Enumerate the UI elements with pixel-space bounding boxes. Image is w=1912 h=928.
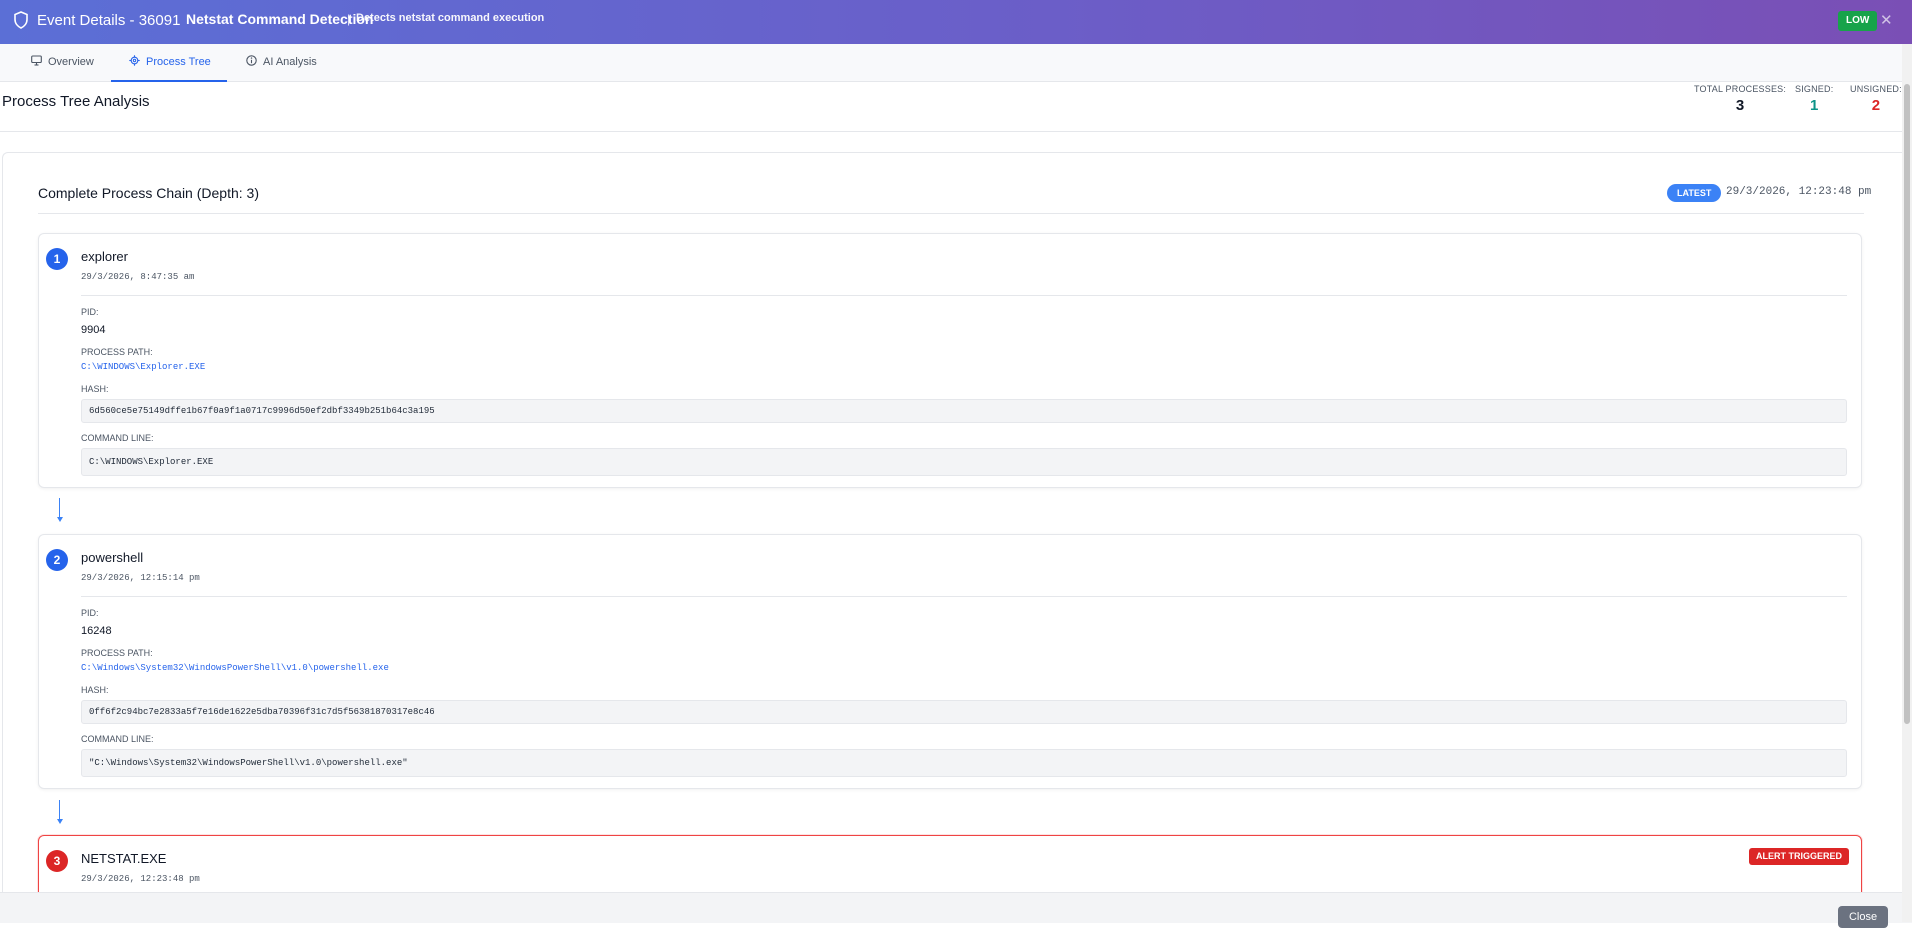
stat-value: 1 — [1810, 97, 1819, 114]
process-path-label: PROCESS PATH: — [81, 648, 153, 658]
process-timestamp: 29/3/2026, 8:47:35 am — [81, 272, 195, 282]
chain-arrow-icon — [57, 800, 63, 825]
gear-icon — [129, 55, 140, 66]
stat-label: SIGNED: — [1795, 84, 1834, 94]
shield-icon — [14, 11, 28, 29]
process-path-link[interactable]: C:\Windows\System32\WindowsPowerShell\v1… — [81, 663, 389, 673]
command-line-label: COMMAND LINE: — [81, 433, 154, 443]
latest-badge: LATEST — [1667, 184, 1722, 202]
pid-value: 9904 — [81, 324, 106, 336]
latest-timestamp: 29/3/2026, 12:23:48 pm — [1726, 186, 1872, 198]
rule-description: Detects netstat command execution — [356, 12, 545, 24]
divider — [81, 596, 1847, 597]
command-line-value: "C:\Windows\System32\WindowsPowerShell\v… — [81, 749, 1847, 777]
chain-title: Complete Process Chain (Depth: 3) — [38, 185, 259, 201]
divider — [38, 213, 1864, 214]
divider — [81, 295, 1847, 296]
process-name: explorer — [81, 249, 128, 264]
divider — [0, 131, 1912, 132]
modal-header: Event Details - 36091 Netstat Command De… — [0, 0, 1912, 44]
stat-total-processes: TOTAL PROCESSES: 3 — [1694, 84, 1786, 114]
hash-value: 6d560ce5e75149dffe1b67f0a9f1a0717c9996d5… — [81, 399, 1847, 423]
process-name: NETSTAT.EXE — [81, 851, 167, 866]
close-button[interactable]: Close — [1838, 906, 1888, 928]
hash-label: HASH: — [81, 384, 109, 394]
pid-value: 16248 — [81, 625, 112, 637]
process-name: powershell — [81, 550, 144, 565]
severity-badge: LOW — [1838, 11, 1878, 31]
header-separator: | — [347, 12, 351, 26]
stat-label: UNSIGNED: — [1850, 84, 1902, 94]
close-icon[interactable]: ✕ — [1880, 11, 1893, 29]
stat-label: TOTAL PROCESSES: — [1694, 84, 1787, 94]
process-tree-title: Process Tree Analysis — [2, 93, 150, 110]
pid-label: PID: — [81, 307, 99, 317]
process-index: 3 — [46, 850, 68, 872]
chain-arrow-icon — [57, 498, 63, 523]
tab-process-tree-label: Process Tree — [146, 56, 211, 68]
process-index: 2 — [46, 549, 68, 571]
tab-overview[interactable]: Overview — [31, 44, 94, 82]
stat-value: 3 — [1735, 97, 1745, 114]
hash-value: 0ff6f2c94bc7e2833a5f7e16de1622e5dba70396… — [81, 700, 1847, 724]
monitor-icon — [31, 55, 42, 66]
hash-label: HASH: — [81, 685, 109, 695]
modal-footer — [0, 892, 1912, 923]
tab-process-tree[interactable]: Process Tree — [111, 44, 227, 82]
process-card: 1 explorer 29/3/2026, 8:47:35 am PID: 99… — [38, 233, 1862, 488]
process-card: 2 powershell 29/3/2026, 12:15:14 pm PID:… — [38, 534, 1862, 789]
event-title: Event Details - 36091 — [37, 12, 181, 29]
process-timestamp: 29/3/2026, 12:23:48 pm — [81, 874, 200, 884]
pid-label: PID: — [81, 608, 99, 618]
process-index: 1 — [46, 248, 68, 270]
stat-value: 2 — [1871, 97, 1881, 114]
stat-signed: SIGNED: 1 — [1795, 84, 1833, 114]
tab-overview-label: Overview — [48, 56, 94, 68]
command-line-value: C:\WINDOWS\Explorer.EXE — [81, 448, 1847, 476]
tab-ai-analysis[interactable]: AI Analysis — [246, 44, 317, 82]
process-timestamp: 29/3/2026, 12:15:14 pm — [81, 573, 200, 583]
info-icon — [246, 55, 257, 66]
scrollbar-thumb[interactable] — [1904, 84, 1910, 724]
command-line-label: COMMAND LINE: — [81, 734, 154, 744]
rule-name: Netstat Command Detection — [186, 11, 374, 27]
tab-ai-analysis-label: AI Analysis — [263, 56, 317, 68]
process-path-label: PROCESS PATH: — [81, 347, 153, 357]
process-path-link[interactable]: C:\WINDOWS\Explorer.EXE — [81, 362, 205, 372]
alert-triggered-badge: ALERT TRIGGERED — [1748, 848, 1849, 865]
stat-unsigned: UNSIGNED: 2 — [1850, 84, 1902, 114]
tab-bar: Overview Process Tree AI Analysis — [0, 44, 1912, 82]
